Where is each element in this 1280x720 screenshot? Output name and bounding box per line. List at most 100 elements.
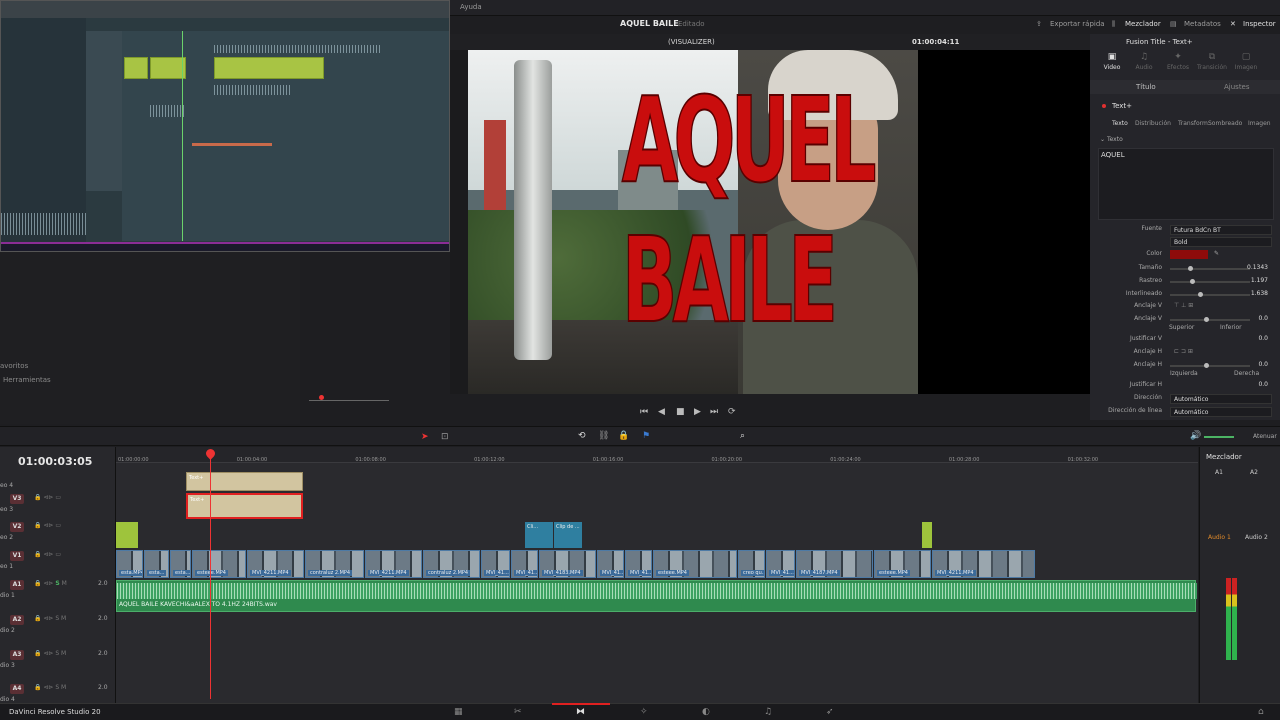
justify-h-value[interactable]: 0.0 (1258, 381, 1268, 388)
fl-playlist[interactable] (122, 31, 449, 241)
cut-page-icon[interactable]: ✂ (514, 707, 522, 717)
timeline-playhead[interactable] (210, 451, 211, 699)
track-a2-controls[interactable]: 🔒 ⊲⊳ S M (34, 615, 66, 622)
fl-studio-window[interactable] (0, 0, 450, 252)
anchor-v-slider[interactable] (1170, 317, 1250, 322)
mixer-button[interactable]: Mezclador (1125, 20, 1161, 28)
fl-clip[interactable] (150, 57, 186, 79)
viewer-clip-name[interactable]: (VISUALIZER) (668, 38, 715, 46)
volume-icon[interactable]: 🔊 (1190, 431, 1201, 441)
reverse-icon[interactable]: ◀ (658, 407, 665, 417)
text-tab-shading[interactable]: Sombreado (1208, 120, 1242, 127)
styled-text-input[interactable]: AQUEL (1098, 148, 1274, 220)
track-a1-label[interactable]: A1 (10, 580, 24, 590)
mixer-audio1[interactable]: Audio 1 (1208, 534, 1231, 541)
text-plus-clip-selected[interactable]: Text+ (186, 493, 303, 519)
text-plus-clip[interactable]: Text+ (186, 472, 303, 491)
tab-transition[interactable]: ⧉ Transición (1195, 52, 1229, 71)
quick-export-icon[interactable]: ⇪ (1036, 20, 1042, 28)
size-value[interactable]: 0.1343 (1247, 264, 1268, 271)
track-a3-controls[interactable]: 🔒 ⊲⊳ S M (34, 650, 66, 657)
timeline-timecode[interactable]: 01:00:03:05 (18, 455, 92, 468)
v2-clip[interactable]: Cli... (525, 522, 553, 548)
v1-video-clip[interactable]: MVI_4183.MP4 (539, 550, 596, 578)
v1-video-clip[interactable]: esteee.MP4 (874, 550, 931, 578)
anchor-h-knob[interactable] (1204, 363, 1209, 368)
fl-pattern-list[interactable] (86, 31, 122, 191)
color-page-icon[interactable]: ◐ (702, 707, 710, 717)
tool-enabled-dot[interactable] (1102, 104, 1106, 108)
tracking-value[interactable]: 1.197 (1251, 277, 1268, 284)
quick-export-button[interactable]: Exportar rápida (1050, 20, 1105, 28)
anchor-v-buttons[interactable]: ⊤ ⊥ ⊞ (1174, 302, 1193, 309)
text-section-header[interactable]: ⌄ Texto (1100, 136, 1123, 143)
line-direction-select[interactable]: Automático (1170, 407, 1272, 417)
v1-video-clip[interactable]: esteee.MP4 (192, 550, 246, 578)
anchor-h-slider[interactable] (1170, 363, 1250, 368)
v1-video-clip[interactable]: esta... (144, 550, 169, 578)
v1-video-clip[interactable]: MVI_4211.MP4 (365, 550, 422, 578)
track-v3-controls[interactable]: 🔒 ⊲⊳ ▭ (34, 494, 61, 501)
font-select[interactable]: Futura BdCn BT (1170, 225, 1272, 235)
timeline-area[interactable] (0, 447, 1198, 710)
tracking-slider[interactable] (1170, 279, 1250, 284)
eyedropper-icon[interactable]: ✎ (1214, 250, 1219, 257)
text-tab-text[interactable]: Texto (1112, 120, 1128, 127)
v1-video-clip[interactable]: MVI_41... (766, 550, 795, 578)
trim-tool-icon[interactable]: ⊡ (441, 432, 449, 442)
zoom-icon[interactable]: ⌕ (740, 431, 745, 441)
v1-video-clip[interactable]: MVI_4211.MP4 (247, 550, 304, 578)
loop-icon[interactable]: ⟳ (728, 407, 736, 417)
leading-value[interactable]: 1.638 (1251, 290, 1268, 297)
audio-clip[interactable]: AQUEL BAILE KAVECHI&aALEXITO 4.1HZ 24BIT… (116, 580, 1197, 612)
tab-effects[interactable]: ✦ Efectos (1161, 52, 1195, 71)
edit-page-icon[interactable]: ⧓ (576, 707, 585, 717)
font-style-select[interactable]: Bold (1170, 237, 1272, 247)
fl-clip[interactable] (214, 57, 324, 79)
track-v1-controls[interactable]: 🔒 ⊲⊳ ▭ (34, 551, 61, 558)
track-v1-label[interactable]: V1 (10, 551, 24, 561)
v2-green-clip[interactable] (922, 522, 932, 548)
stop-icon[interactable]: ■ (676, 407, 685, 417)
dim-button[interactable]: Atenuar (1253, 433, 1277, 440)
track-a4-controls[interactable]: 🔒 ⊲⊳ S M (34, 684, 66, 691)
title-overlay-text[interactable]: AQUEL BAILE (621, 70, 877, 380)
scrub-playhead[interactable] (319, 395, 324, 400)
track-v2-label[interactable]: V2 (10, 522, 24, 532)
anchor-v-value[interactable]: 0.0 (1258, 315, 1268, 322)
flag-icon[interactable]: ⚑ (642, 431, 650, 441)
lock-icon[interactable]: 🔒 (618, 431, 629, 441)
favorites-label[interactable]: avoritos (0, 362, 28, 370)
leading-knob[interactable] (1198, 292, 1203, 297)
v1-video-clip[interactable]: MVI_41... (481, 550, 510, 578)
v1-track[interactable]: esta.MP4 esta... esta... esteee.MP4 MVI_4211… (116, 550, 1098, 578)
fl-toolbar[interactable] (1, 1, 449, 18)
leading-slider[interactable] (1170, 292, 1250, 297)
v1-video-clip[interactable]: MVI_41... (625, 550, 652, 578)
v1-video-clip[interactable]: esta.MP4 (116, 550, 143, 578)
play-icon[interactable]: ▶ (694, 407, 701, 417)
text-tab-image[interactable]: Imagen (1248, 120, 1271, 127)
v1-video-clip[interactable]: MVI_41... (597, 550, 624, 578)
tracking-knob[interactable] (1190, 279, 1195, 284)
v1-video-clip[interactable]: contraluz 2.MP4 (305, 550, 364, 578)
track-v3-label[interactable]: V3 (10, 494, 24, 504)
track-a2-label[interactable]: A2 (10, 615, 24, 625)
subtab-title[interactable]: Título (1136, 83, 1156, 91)
menu-help[interactable]: Ayuda (460, 3, 482, 11)
size-knob[interactable] (1188, 266, 1193, 271)
v1-video-clip[interactable]: esta... (170, 550, 191, 578)
mixer-audio2[interactable]: Audio 2 (1245, 534, 1268, 541)
v2-green-clip[interactable] (116, 522, 138, 548)
snap-icon[interactable]: ⟲ (578, 431, 586, 441)
size-slider[interactable] (1170, 266, 1250, 271)
volume-slider[interactable] (1204, 436, 1234, 438)
text-tab-layout[interactable]: Distribución (1135, 120, 1171, 127)
fl-clip[interactable] (124, 57, 148, 79)
tab-video[interactable]: ▣ Video (1095, 52, 1129, 71)
media-page-icon[interactable]: ▦ (454, 707, 463, 717)
metadata-button[interactable]: Metadatos (1184, 20, 1221, 28)
v2-clip[interactable]: Clip de ... (554, 522, 582, 548)
v1-video-clip[interactable]: esteee.MP4 (653, 550, 737, 578)
link-icon[interactable]: ⛓ (598, 431, 609, 441)
